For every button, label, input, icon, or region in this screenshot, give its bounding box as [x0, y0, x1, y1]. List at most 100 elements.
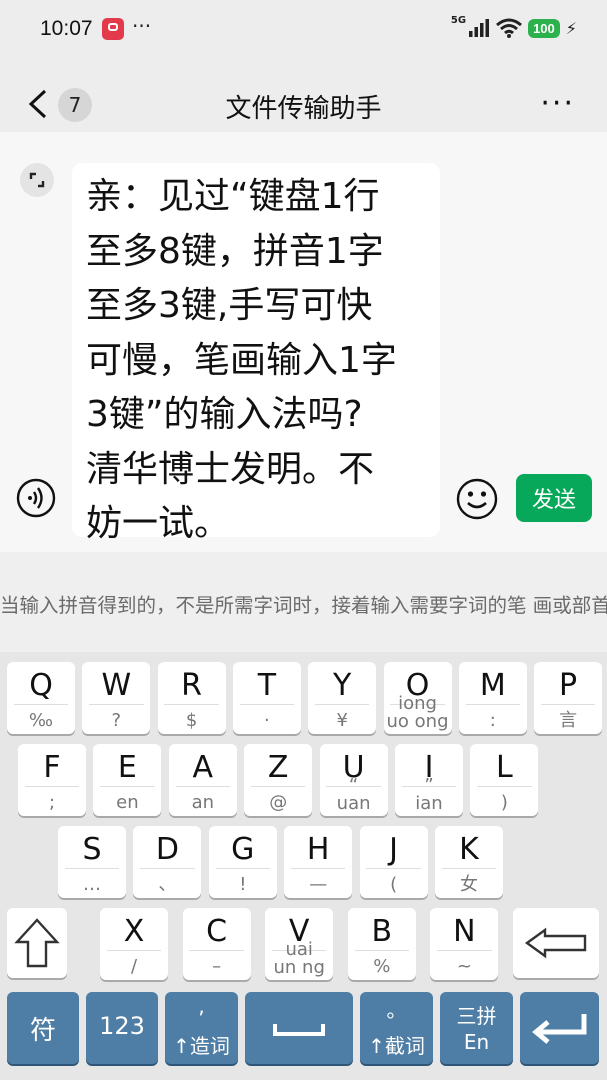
page-title: 文件传输助手 [225, 94, 382, 124]
numbers-key[interactable]: 123 [86, 992, 158, 1064]
key-secondary: uai un ng [273, 939, 325, 978]
key-h[interactable]: H — [284, 826, 353, 898]
key-b[interactable]: B% [347, 908, 416, 980]
period-key-bottom: ↑截词 [368, 1034, 425, 1058]
comma-key-top: , [198, 994, 205, 1018]
key-divider [540, 704, 596, 705]
key-q[interactable]: Q ‰ [7, 662, 75, 734]
expand-icon[interactable] [20, 163, 54, 197]
key-letter: T [257, 668, 277, 703]
key-divider [100, 786, 155, 787]
key-letter: F [43, 750, 61, 785]
key-secondary: – [212, 956, 222, 977]
key-letter: C [206, 914, 228, 949]
key-divider [250, 786, 306, 787]
key-v[interactable]: Vuai un ng [265, 908, 334, 980]
key-divider [13, 704, 69, 705]
send-button[interactable]: 发送 [516, 474, 592, 522]
key-secondary: ~ [456, 956, 472, 977]
network-type: 5G [450, 14, 467, 26]
key-u[interactable]: U “ uan [319, 744, 388, 816]
message-text[interactable]: 亲：见过“键盘1行 至多8键，拼音1字 至多3键,手写可快 可慢，笔画输入1字 … [86, 170, 436, 552]
key-t[interactable]: T · [232, 662, 301, 734]
key-divider [64, 868, 120, 869]
key-secondary: iong uo ong [386, 693, 449, 732]
period-key[interactable]: 。 ↑截词 [360, 992, 433, 1064]
space-key[interactable] [245, 992, 353, 1064]
numbers-key-label: 123 [99, 1012, 145, 1040]
key-divider [290, 868, 346, 869]
key-g[interactable]: G! [208, 826, 277, 898]
key-secondary: ? [111, 710, 122, 731]
more-options-icon[interactable]: ··· [540, 89, 575, 119]
key-letter: Y [333, 668, 352, 703]
key-letter: S [82, 832, 102, 867]
symbol-key[interactable]: 符 [7, 992, 79, 1064]
app-notification-icon [102, 18, 124, 40]
key-divider [366, 868, 421, 869]
key-divider [215, 868, 270, 869]
key-k[interactable]: K女 [435, 826, 503, 898]
status-bar: 10:07 ··· 5G 100 ⚡ [0, 0, 607, 62]
key-secondary: % [373, 956, 391, 977]
key-l[interactable]: L) [470, 744, 539, 816]
key-letter: K [459, 832, 479, 867]
key-divider [164, 704, 219, 705]
key-divider [189, 950, 244, 951]
status-time: 10:07 [40, 17, 93, 40]
key-o[interactable]: Oiong uo ong [383, 662, 452, 734]
key-secondary: ! [239, 874, 247, 895]
key-d[interactable]: D、 [133, 826, 202, 898]
key-divider [465, 704, 520, 705]
key-divider [314, 704, 370, 705]
key-letter: A [192, 750, 214, 785]
key-letter: Z [267, 750, 289, 785]
key-z[interactable]: Z @ [244, 744, 313, 816]
backspace-icon [524, 927, 587, 959]
key-divider [24, 786, 80, 787]
key-letter: D [155, 832, 179, 867]
key-secondary: ( [390, 874, 398, 895]
input-mode-key[interactable]: 三拼 En [440, 992, 513, 1064]
key-i[interactable]: I” ian [395, 744, 463, 816]
backspace-key[interactable] [513, 908, 599, 978]
ime-tip-text: 当输入拼音得到的，不是所需字词时，接着输入需要字词的笔 画或部首。词组前各字输入… [0, 594, 607, 617]
key-letter: L [496, 750, 513, 785]
key-secondary: / [130, 956, 138, 977]
key-s[interactable]: S… [58, 826, 126, 898]
key-divider [477, 786, 532, 787]
key-secondary: 言 [559, 710, 578, 731]
key-x[interactable]: X / [100, 908, 168, 980]
key-c[interactable]: C – [182, 908, 251, 980]
voice-input-icon[interactable] [16, 478, 56, 518]
enter-key[interactable] [520, 992, 599, 1064]
key-letter: G [231, 832, 255, 867]
mode-key-top: 三拼 [456, 1004, 497, 1028]
key-divider [354, 950, 409, 951]
emoji-icon[interactable] [456, 478, 498, 520]
key-letter: W [101, 668, 132, 703]
key-letter: Q [29, 668, 53, 703]
key-divider [441, 868, 497, 869]
key-j[interactable]: J( [359, 826, 428, 898]
comma-key[interactable]: , ↑造词 [165, 992, 238, 1064]
key-secondary: @ [269, 792, 288, 813]
key-r[interactable]: R $ [157, 662, 226, 734]
key-e[interactable]: Een [93, 744, 162, 816]
status-icons: 5G 100 ⚡ [450, 14, 577, 38]
key-a[interactable]: Aan [168, 744, 237, 816]
key-p[interactable]: P言 [534, 662, 603, 734]
key-n[interactable]: N ~ [430, 908, 499, 980]
key-letter: E [117, 750, 137, 785]
key-secondary: en [116, 792, 139, 813]
shift-key[interactable] [7, 908, 67, 978]
key-divider [239, 704, 295, 705]
key-y[interactable]: Y ¥ [308, 662, 377, 734]
key-w[interactable]: W? [82, 662, 151, 734]
key-letter: X [123, 914, 145, 949]
key-secondary: “ uan [336, 775, 371, 814]
key-f[interactable]: F; [18, 744, 86, 816]
key-divider [89, 704, 144, 705]
key-m[interactable]: M: [458, 662, 527, 734]
key-secondary: $ [185, 710, 198, 731]
